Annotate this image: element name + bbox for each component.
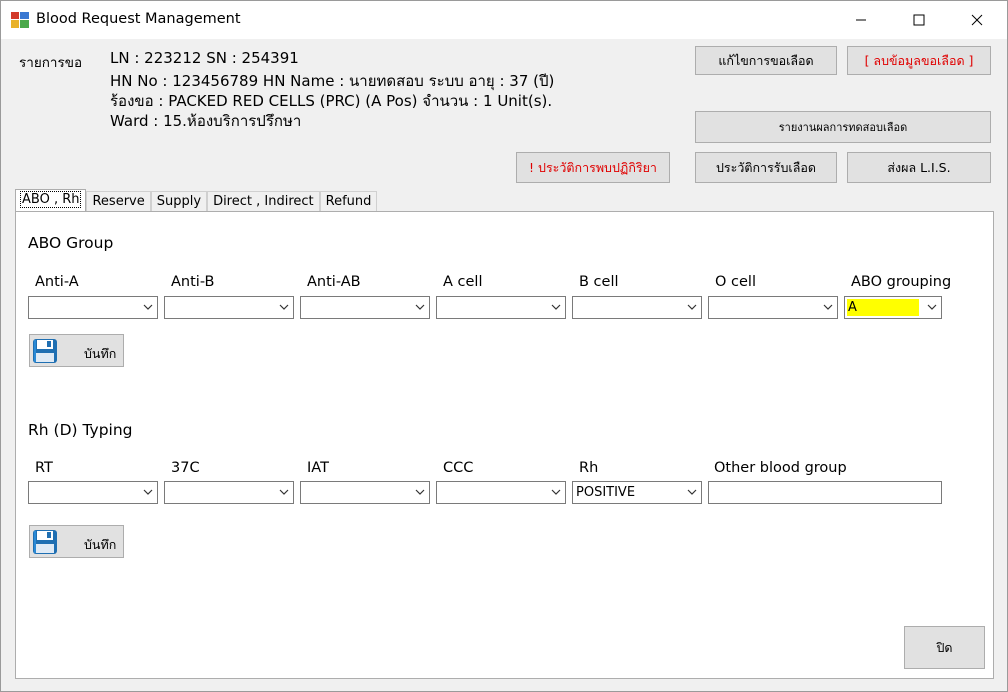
37c-select[interactable] (164, 481, 294, 504)
anti-ab-select[interactable] (300, 296, 430, 319)
send-lis-button[interactable]: ส่งผล L.I.S. (847, 152, 991, 183)
tab-refund[interactable]: Refund (319, 191, 378, 212)
tab-direct-indirect[interactable]: Direct , Indirect (207, 191, 320, 212)
b-cell-select[interactable] (572, 296, 702, 319)
iat-value (303, 484, 304, 501)
request-label: รายการขอ (19, 55, 83, 71)
anti-a-value (31, 299, 32, 316)
37c-value (167, 484, 168, 501)
anti-ab-value (303, 299, 304, 316)
chevron-down-icon (687, 489, 697, 495)
minimize-icon (856, 19, 866, 21)
abo-group-title: ABO Group (28, 234, 114, 252)
delete-request-button[interactable]: [ ลบข้อมูลขอเลือด ] (847, 46, 991, 75)
app-icon (11, 12, 29, 28)
anti-b-value (167, 299, 168, 316)
chevron-down-icon (687, 304, 697, 310)
anti-a-label: Anti-A (35, 274, 79, 290)
o-cell-select[interactable] (708, 296, 838, 319)
chevron-down-icon (551, 489, 561, 495)
chevron-down-icon (143, 304, 153, 310)
anti-a-select[interactable] (28, 296, 158, 319)
ccc-select[interactable] (436, 481, 566, 504)
iat-select[interactable] (300, 481, 430, 504)
close-button[interactable]: ปิด (904, 626, 985, 669)
abo-grouping-label: ABO grouping (851, 274, 952, 290)
o-cell-value (711, 299, 712, 316)
ccc-value (439, 484, 440, 501)
chevron-down-icon (143, 489, 153, 495)
maximize-button[interactable] (891, 1, 947, 39)
tab-reserve[interactable]: Reserve (86, 191, 151, 212)
request-ln-sn: LN : 223212 SN : 254391 (110, 49, 299, 67)
rh-label: Rh (579, 460, 599, 476)
rh-select[interactable]: POSITIVE (572, 481, 702, 504)
tab-label: Refund (325, 194, 372, 209)
rt-label: RT (35, 460, 53, 476)
tab-supply[interactable]: Supply (150, 191, 208, 212)
abo-grouping-value: A (847, 299, 919, 316)
tab-label: Supply (156, 194, 202, 209)
maximize-icon (913, 14, 925, 26)
abo-save-button[interactable]: บันทึก (29, 334, 124, 367)
tab-strip: ABO , Rh Reserve Supply Direct , Indirec… (15, 189, 378, 212)
37c-label: 37C (171, 460, 200, 476)
chevron-down-icon (279, 489, 289, 495)
chevron-down-icon (415, 304, 425, 310)
o-cell-label: O cell (715, 274, 756, 290)
chevron-down-icon (551, 304, 561, 310)
edit-request-button[interactable]: แก้ไขการขอเลือด (695, 46, 837, 75)
chevron-down-icon (279, 304, 289, 310)
chevron-down-icon (927, 304, 937, 310)
rt-value (31, 484, 32, 501)
rh-typing-title: Rh (D) Typing (28, 421, 133, 439)
receive-history-button[interactable]: ประวัติการรับเลือด (695, 152, 837, 183)
window-title: Blood Request Management (36, 11, 241, 27)
anti-b-select[interactable] (164, 296, 294, 319)
main-window: Blood Request Management รายการขอ LN : 2… (0, 0, 1008, 692)
tab-label: ABO , Rh (19, 191, 82, 208)
rh-save-label: บันทึก (84, 537, 117, 552)
chevron-down-icon (823, 304, 833, 310)
title-bar: Blood Request Management (1, 1, 1007, 39)
b-cell-value (575, 299, 576, 316)
anti-b-label: Anti-B (171, 274, 215, 290)
iat-label: IAT (307, 460, 329, 476)
request-ward: Ward : 15.ห้องบริการปรึกษา (110, 112, 302, 130)
close-icon (971, 14, 983, 26)
a-cell-label: A cell (443, 274, 483, 290)
tab-panel-abo-rh: ABO Group Anti-A Anti-B Anti-AB A cell B… (15, 211, 994, 679)
anti-ab-label: Anti-AB (307, 274, 361, 290)
b-cell-label: B cell (579, 274, 619, 290)
reaction-history-button[interactable]: ! ประวัติการพบปฏิกิริยา (516, 152, 670, 183)
close-window-button[interactable] (949, 1, 1005, 39)
tab-label: Reserve (92, 194, 145, 209)
a-cell-value (439, 299, 440, 316)
rh-save-button[interactable]: บันทึก (29, 525, 124, 558)
rt-select[interactable] (28, 481, 158, 504)
test-report-button[interactable]: รายงานผลการทดสอบเลือด (695, 111, 991, 143)
abo-save-label: บันทึก (84, 346, 117, 361)
tab-abo-rh[interactable]: ABO , Rh (15, 189, 87, 212)
chevron-down-icon (415, 489, 425, 495)
a-cell-select[interactable] (436, 296, 566, 319)
floppy-disk-icon (33, 339, 57, 363)
tab-label: Direct , Indirect (213, 194, 314, 209)
ccc-label: CCC (443, 460, 474, 476)
floppy-disk-icon (33, 530, 57, 554)
other-blood-group-input[interactable] (708, 481, 942, 504)
other-blood-group-label: Other blood group (714, 460, 847, 476)
rh-value: POSITIVE (576, 485, 636, 500)
minimize-button[interactable] (833, 1, 889, 39)
abo-grouping-select[interactable]: A (844, 296, 942, 319)
